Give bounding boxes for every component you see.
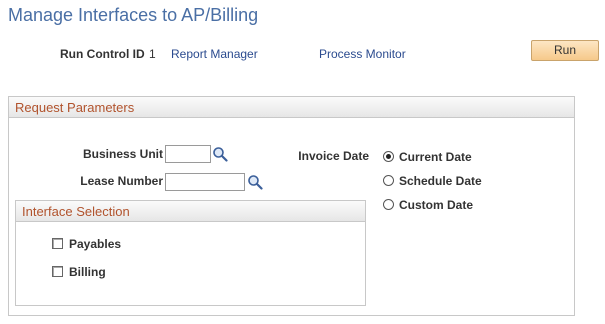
lease-number-input[interactable]	[165, 173, 245, 191]
billing-label: Billing	[69, 264, 106, 279]
billing-checkbox-row[interactable]: Billing	[52, 264, 106, 279]
business-unit-label: Business Unit	[82, 147, 163, 161]
radio-label: Custom Date	[399, 197, 474, 212]
invoice-date-label: Invoice Date	[298, 149, 369, 163]
magnifier-lookup-icon[interactable]	[247, 174, 263, 190]
request-parameters-title: Request Parameters	[15, 100, 135, 115]
radio-label: Current Date	[399, 149, 472, 164]
radio-schedule-date[interactable]: Schedule Date	[383, 173, 482, 188]
run-control-id-value: 1	[149, 47, 156, 61]
lease-number-label: Lease Number	[80, 174, 163, 188]
radio-button-selected[interactable]	[383, 151, 394, 163]
interface-selection-header: Interface Selection	[16, 201, 365, 222]
radio-button[interactable]	[383, 175, 394, 187]
interface-selection-title: Interface Selection	[22, 204, 130, 219]
process-monitor-link[interactable]: Process Monitor	[319, 47, 406, 61]
business-unit-input[interactable]	[165, 145, 211, 163]
run-control-id-label: Run Control ID	[60, 47, 145, 61]
payables-label: Payables	[69, 236, 122, 251]
interface-selection-group: Interface Selection Payables Billing	[15, 200, 366, 306]
magnifier-lookup-icon[interactable]	[212, 146, 228, 162]
radio-custom-date[interactable]: Custom Date	[383, 197, 473, 212]
radio-button[interactable]	[383, 199, 394, 211]
report-manager-link[interactable]: Report Manager	[171, 47, 258, 61]
request-parameters-header: Request Parameters	[9, 97, 574, 118]
payables-checkbox[interactable]	[52, 238, 63, 250]
request-parameters-group: Request Parameters Business Unit Lease N…	[8, 96, 575, 316]
billing-checkbox[interactable]	[52, 266, 63, 278]
radio-current-date[interactable]: Current Date	[383, 149, 472, 164]
page-title: Manage Interfaces to AP/Billing	[8, 5, 259, 25]
payables-checkbox-row[interactable]: Payables	[52, 236, 121, 251]
radio-label: Schedule Date	[399, 173, 482, 188]
run-button[interactable]: Run	[531, 40, 599, 61]
